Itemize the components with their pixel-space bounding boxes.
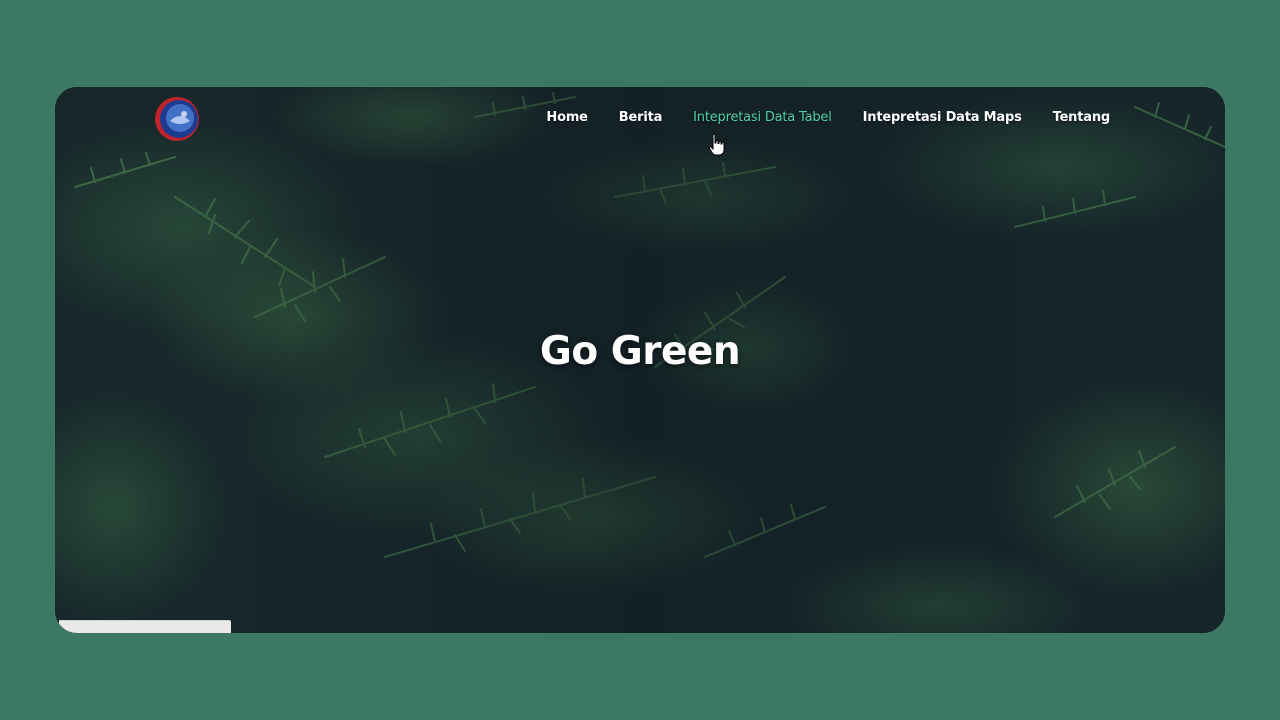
nav-berita[interactable]: Berita	[619, 110, 663, 125]
nav-tentang[interactable]: Tentang	[1053, 110, 1111, 125]
main-navigation: Home Berita Intepretasi Data Tabel Intep…	[546, 110, 1110, 125]
nav-home[interactable]: Home	[546, 110, 588, 125]
hand-pointer-icon	[708, 133, 725, 156]
browser-status-bar-link-preview	[59, 620, 231, 633]
hero-title: Go Green	[539, 329, 741, 374]
browser-viewport: Home Berita Intepretasi Data Tabel Intep…	[55, 87, 1225, 633]
site-logo-icon[interactable]	[153, 95, 201, 143]
nav-intepretasi-data-maps[interactable]: Intepretasi Data Maps	[863, 110, 1022, 125]
nav-intepretasi-data-tabel[interactable]: Intepretasi Data Tabel	[693, 110, 832, 125]
